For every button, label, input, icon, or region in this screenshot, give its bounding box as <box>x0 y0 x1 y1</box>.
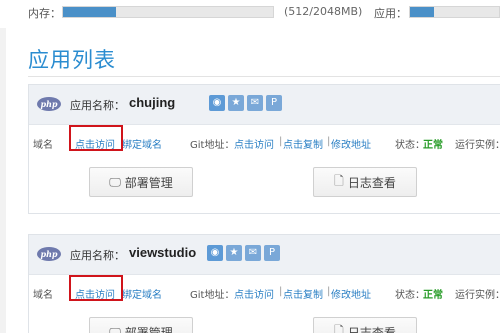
copy-address-link[interactable]: 点击复制 <box>283 136 323 151</box>
wechat-icon[interactable]: ✉ <box>245 245 261 261</box>
status-value: 正常 <box>423 290 443 301</box>
app-card: php 应用名称： chujing ◉ ★ ✉ P 域名 点击访问 绑定域名 G… <box>28 84 500 214</box>
deploy-button-label: 部署管理 <box>124 175 173 190</box>
git-label: Git地址： <box>190 290 235 301</box>
memory-progress-fill <box>63 7 116 17</box>
app-name-label: 应用名称： <box>70 249 125 262</box>
memory-label: 内存： <box>28 7 61 20</box>
modify-address-link[interactable]: 修改地址 <box>331 286 371 301</box>
status-label: 状态： <box>395 290 425 301</box>
deploy-button[interactable]: 🖵 部署管理 <box>89 167 193 197</box>
app-quota-progress-fill <box>410 7 435 17</box>
domain-label: 域名 <box>33 290 53 301</box>
resource-bar: 内存： (512/2048MB) 应用： <box>0 0 500 28</box>
monitor-icon: 🖵 <box>109 324 121 333</box>
highlight-box <box>69 125 123 151</box>
app-card-header: php 应用名称： viewstudio ◉ ★ ✉ P <box>29 235 500 275</box>
separator: | <box>279 286 283 297</box>
status-label: 状态： <box>395 140 425 151</box>
p-icon[interactable]: P <box>266 95 282 111</box>
logs-button-label: 日志查看 <box>347 325 396 333</box>
memory-value: (512/2048MB) <box>284 5 363 18</box>
app-card-header: php 应用名称： chujing ◉ ★ ✉ P <box>29 85 500 125</box>
app-name-label: 应用名称： <box>70 99 125 112</box>
document-icon: 🗋 <box>334 323 344 333</box>
wechat-icon[interactable]: ✉ <box>247 95 263 111</box>
copy-address-link[interactable]: 点击复制 <box>283 286 323 301</box>
php-icon: php <box>37 247 61 261</box>
star-icon[interactable]: ★ <box>228 95 244 111</box>
deploy-button-label: 部署管理 <box>124 325 173 333</box>
star-icon[interactable]: ★ <box>226 245 242 261</box>
modify-address-link[interactable]: 修改地址 <box>331 136 371 151</box>
deploy-button[interactable]: 🖵 部署管理 <box>89 317 193 333</box>
bind-domain-link[interactable]: 绑定域名 <box>122 286 162 301</box>
highlight-box <box>69 275 123 301</box>
separator: | <box>279 136 283 147</box>
app-name[interactable]: viewstudio <box>129 245 196 260</box>
separator: | <box>327 136 331 147</box>
app-quota-label: 应用： <box>374 7 407 20</box>
separator: | <box>327 286 331 297</box>
page-title: 应用列表 <box>28 48 116 72</box>
app-card: php 应用名称： viewstudio ◉ ★ ✉ P 域名 点击访问 绑定域… <box>28 234 500 333</box>
copy-link[interactable]: 点击访问 <box>234 136 274 151</box>
app-quota-progress <box>409 6 500 18</box>
status-value: 正常 <box>423 140 443 151</box>
logs-button-label: 日志查看 <box>347 175 396 190</box>
p-icon[interactable]: P <box>264 245 280 261</box>
document-icon: 🗋 <box>334 173 344 188</box>
php-icon: php <box>37 97 61 111</box>
weibo-icon[interactable]: ◉ <box>207 245 223 261</box>
app-name[interactable]: chujing <box>129 95 175 110</box>
domain-label: 域名 <box>33 140 53 151</box>
logs-button[interactable]: 🗋 日志查看 <box>313 317 417 333</box>
running-instances-label: 运行实例： <box>455 290 500 301</box>
copy-link[interactable]: 点击访问 <box>234 286 274 301</box>
monitor-icon: 🖵 <box>109 174 121 189</box>
title-divider <box>28 76 500 77</box>
logs-button[interactable]: 🗋 日志查看 <box>313 167 417 197</box>
left-sidebar-edge <box>0 28 6 333</box>
memory-progress <box>62 6 274 18</box>
git-label: Git地址： <box>190 140 235 151</box>
weibo-icon[interactable]: ◉ <box>209 95 225 111</box>
bind-domain-link[interactable]: 绑定域名 <box>122 136 162 151</box>
running-instances-label: 运行实例： <box>455 140 500 151</box>
